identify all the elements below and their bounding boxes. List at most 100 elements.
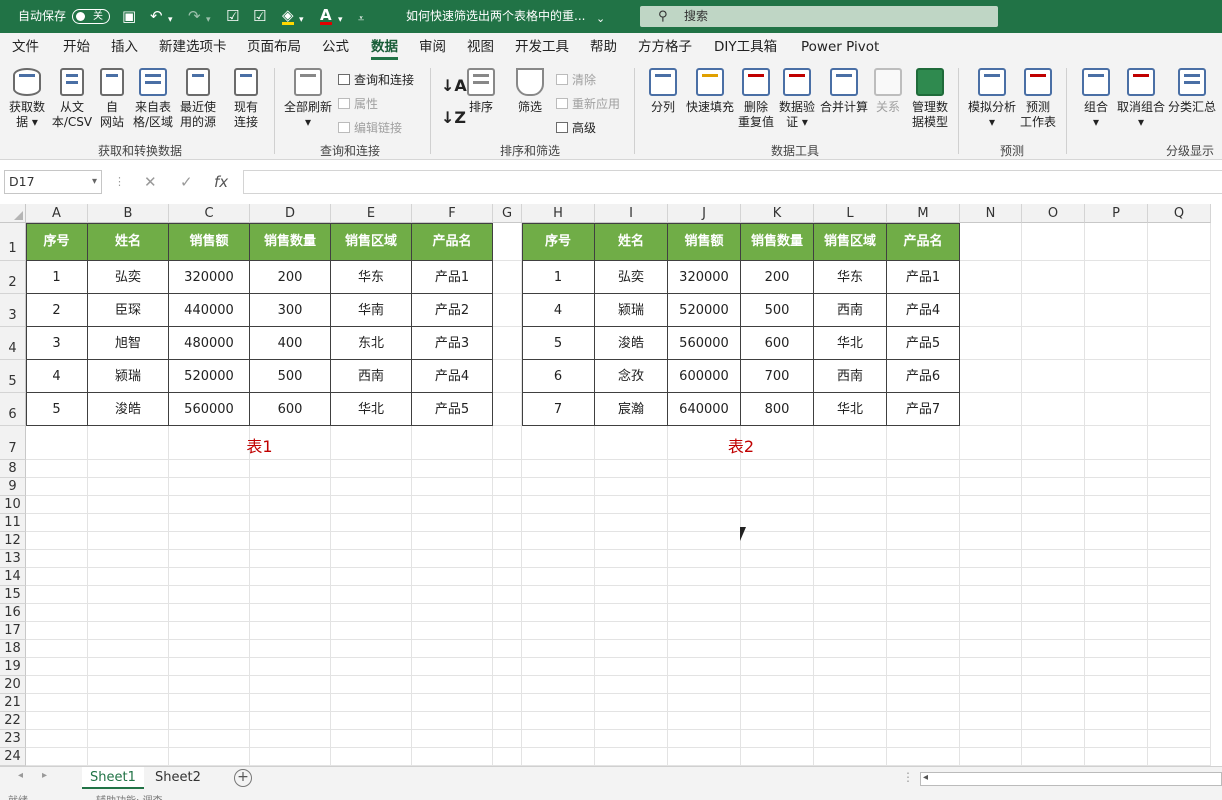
grid-cell[interactable] [814,568,887,586]
row-header[interactable]: 19 [0,658,26,676]
grid-cell[interactable] [960,730,1022,748]
grid-cell[interactable] [412,568,493,586]
grid-cell[interactable] [412,604,493,622]
grid-cell[interactable] [250,550,331,568]
grid-cell[interactable] [1022,622,1085,640]
grid-cell[interactable] [522,622,595,640]
grid-cell[interactable] [331,496,412,514]
grid-cell[interactable] [26,730,88,748]
table1-cell[interactable]: 440000 [169,294,250,327]
grid-cell[interactable] [169,514,250,532]
grid-cell[interactable] [668,460,741,478]
table1-cell[interactable]: 臣琛 [88,294,169,327]
tab-file[interactable]: 文件 [12,33,39,62]
column-header[interactable]: D [250,204,331,223]
grid-cell[interactable] [960,568,1022,586]
grid-cell[interactable] [960,748,1022,766]
table2-cell[interactable]: 4 [522,294,595,327]
grid-cell[interactable] [250,478,331,496]
what-if-analysis-button[interactable]: 模拟分析 ▾ [964,68,1020,130]
grid-cell[interactable] [88,712,169,730]
grid-cell[interactable] [169,712,250,730]
grid-cell[interactable] [331,532,412,550]
grid-cell[interactable] [595,640,668,658]
row-header[interactable]: 5 [0,360,26,393]
grid-cell[interactable] [1148,604,1211,622]
table2-cell[interactable]: 华北 [814,327,887,360]
undo-dropdown-icon[interactable]: ▾ [168,12,173,29]
grid-cell[interactable] [26,748,88,766]
grid-cell[interactable] [331,550,412,568]
grid-cell[interactable] [88,514,169,532]
grid-cell[interactable] [26,712,88,730]
table1-header-cell[interactable]: 销售额 [169,223,250,261]
properties-button[interactable]: 属性 [338,96,378,112]
grid-cell[interactable] [1022,478,1085,496]
grid-cell[interactable] [331,622,412,640]
grid-cell[interactable] [1148,622,1211,640]
grid-cell[interactable] [668,730,741,748]
grid-cell[interactable] [522,550,595,568]
save-icon[interactable]: ▣ [122,8,136,25]
grid-cell[interactable] [960,223,1022,261]
grid-cell[interactable] [887,568,960,586]
grid-cell[interactable] [1148,460,1211,478]
grid-cell[interactable] [26,568,88,586]
grid-cell[interactable] [250,748,331,766]
grid-cell[interactable] [887,532,960,550]
grid-cell[interactable] [1085,730,1148,748]
table2-cell[interactable]: 产品5 [887,327,960,360]
reapply-button[interactable]: 重新应用 [556,96,620,112]
grid-cell[interactable] [169,694,250,712]
grid-cell[interactable] [1085,532,1148,550]
grid-cell[interactable] [1022,712,1085,730]
grid-cell[interactable] [1022,658,1085,676]
grid-cell[interactable] [88,676,169,694]
table1-cell[interactable]: 浚皓 [88,393,169,426]
grid-cell[interactable] [250,694,331,712]
grid-cell[interactable] [250,658,331,676]
tab-view[interactable]: 视图 [467,33,494,62]
grid-cell[interactable] [169,748,250,766]
grid-cell[interactable] [412,730,493,748]
grid-cell[interactable] [814,712,887,730]
grid-cell[interactable] [814,748,887,766]
row-header[interactable]: 16 [0,604,26,622]
tab-diy-toolbox[interactable]: DIY工具箱 [714,33,777,62]
grid-cell[interactable] [1022,550,1085,568]
tab-data[interactable]: 数据 [371,33,398,62]
row-header[interactable]: 14 [0,568,26,586]
table1-cell[interactable]: 3 [26,327,88,360]
grid-cell[interactable] [493,712,522,730]
grid-cell[interactable] [26,604,88,622]
grid-cell[interactable] [1085,550,1148,568]
grid-cell[interactable] [668,532,741,550]
grid-cell[interactable] [1085,568,1148,586]
table2-cell[interactable]: 浚皓 [595,327,668,360]
grid-cell[interactable] [331,514,412,532]
grid-cell[interactable] [1148,640,1211,658]
column-header[interactable]: J [668,204,741,223]
grid-cell[interactable] [88,622,169,640]
grid-cell[interactable] [412,658,493,676]
column-header[interactable]: F [412,204,493,223]
grid-cell[interactable] [1085,478,1148,496]
grid-cell[interactable] [741,640,814,658]
grid-cell[interactable] [250,514,331,532]
autosave-toggle[interactable]: 关 [72,9,110,24]
grid-cell[interactable] [522,730,595,748]
table1-cell[interactable]: 产品3 [412,327,493,360]
tab-home[interactable]: 开始 [63,33,90,62]
sheet-tab-sheet2[interactable]: Sheet2 [147,767,209,789]
grid-cell[interactable] [1085,622,1148,640]
grid-cell[interactable] [412,514,493,532]
table1-cell[interactable]: 560000 [169,393,250,426]
scroll-left-icon[interactable]: ◂ [923,772,928,783]
row-header[interactable]: 18 [0,640,26,658]
grid-cell[interactable] [522,586,595,604]
grid-cell[interactable] [595,550,668,568]
grid-cell[interactable] [887,460,960,478]
grid-cell[interactable] [522,712,595,730]
worksheet-grid[interactable]: A B C D E F G H I J K L M N O P Q 1 2 3 4 5 6 7 8 9 10 11 12 13 14 15 16… [0,204,1222,770]
grid-cell[interactable] [741,694,814,712]
